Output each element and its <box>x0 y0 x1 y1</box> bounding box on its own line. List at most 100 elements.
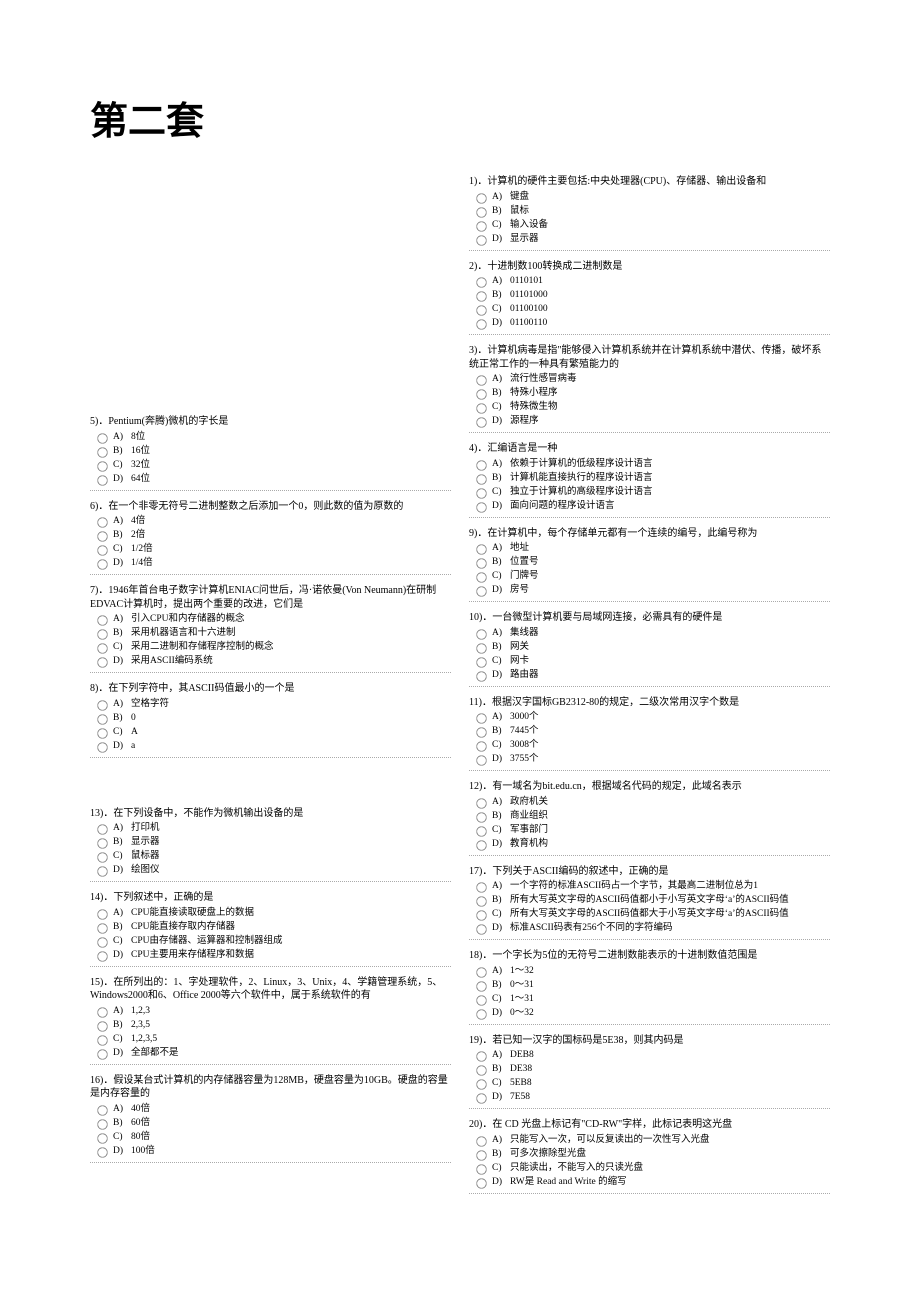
radio-input[interactable] <box>97 937 107 947</box>
radio-input[interactable] <box>476 474 486 484</box>
option-b[interactable]: B)0 <box>96 712 451 726</box>
option-a[interactable]: A)流行性感冒病毒 <box>475 373 830 387</box>
radio-input[interactable] <box>97 1119 107 1129</box>
radio-input[interactable] <box>476 1065 486 1075</box>
option-a[interactable]: A)打印机 <box>96 822 451 836</box>
radio-input[interactable] <box>476 488 486 498</box>
option-c[interactable]: C)CPU由存储器、运算器和控制器组成 <box>96 935 451 949</box>
radio-input[interactable] <box>476 1079 486 1089</box>
option-c[interactable]: C)所有大写英文字母的ASCII码值都大于小写英文字母‘a’的ASCII码值 <box>475 908 830 922</box>
option-a[interactable]: A)只能写入一次，可以反复读出的一次性写入光盘 <box>475 1134 830 1148</box>
option-d[interactable]: D)CPU主要用来存储程序和数据 <box>96 949 451 963</box>
option-a[interactable]: A)1～32 <box>475 965 830 979</box>
option-d[interactable]: D)01100110 <box>475 317 830 331</box>
radio-input[interactable] <box>97 838 107 848</box>
radio-input[interactable] <box>476 572 486 582</box>
option-a[interactable]: A)0110101 <box>475 275 830 289</box>
radio-input[interactable] <box>476 319 486 329</box>
option-c[interactable]: C)1/2倍 <box>96 543 451 557</box>
option-b[interactable]: B)商业组织 <box>475 810 830 824</box>
option-c[interactable]: C)门牌号 <box>475 570 830 584</box>
option-b[interactable]: B)01101000 <box>475 289 830 303</box>
option-b[interactable]: B)CPU能直接存取内存储器 <box>96 921 451 935</box>
option-d[interactable]: D)绘图仪 <box>96 864 451 878</box>
radio-input[interactable] <box>476 502 486 512</box>
option-b[interactable]: B)计算机能直接执行的程序设计语言 <box>475 472 830 486</box>
option-c[interactable]: C)5EB8 <box>475 1077 830 1091</box>
option-b[interactable]: B)可多次擦除型光盘 <box>475 1148 830 1162</box>
option-d[interactable]: D)面向问题的程序设计语言 <box>475 500 830 514</box>
option-d[interactable]: D)3755个 <box>475 753 830 767</box>
option-c[interactable]: C)鼠标器 <box>96 850 451 864</box>
radio-input[interactable] <box>97 559 107 569</box>
option-a[interactable]: A)一个字符的标准ASCII码占一个字节，其最高二进制位总为1 <box>475 880 830 894</box>
option-d[interactable]: D)0～32 <box>475 1007 830 1021</box>
radio-input[interactable] <box>97 742 107 752</box>
radio-input[interactable] <box>476 389 486 399</box>
option-c[interactable]: C)采用二进制和存储程序控制的概念 <box>96 641 451 655</box>
radio-input[interactable] <box>97 1105 107 1115</box>
radio-input[interactable] <box>97 852 107 862</box>
option-a[interactable]: A)引入CPU和内存储器的概念 <box>96 613 451 627</box>
radio-input[interactable] <box>476 995 486 1005</box>
radio-input[interactable] <box>476 1150 486 1160</box>
radio-input[interactable] <box>97 629 107 639</box>
radio-input[interactable] <box>97 643 107 653</box>
option-b[interactable]: B)DE38 <box>475 1063 830 1077</box>
option-d[interactable]: D)1/4倍 <box>96 557 451 571</box>
radio-input[interactable] <box>476 629 486 639</box>
radio-input[interactable] <box>97 433 107 443</box>
option-d[interactable]: D)64位 <box>96 473 451 487</box>
option-b[interactable]: B)0～31 <box>475 979 830 993</box>
option-d[interactable]: D)采用ASCII编码系统 <box>96 655 451 669</box>
radio-input[interactable] <box>476 586 486 596</box>
radio-input[interactable] <box>97 531 107 541</box>
option-a[interactable]: A)8位 <box>96 431 451 445</box>
option-c[interactable]: C)特殊微生物 <box>475 401 830 415</box>
radio-input[interactable] <box>97 545 107 555</box>
radio-input[interactable] <box>476 713 486 723</box>
option-b[interactable]: B)所有大写英文字母的ASCII码值都小于小写英文字母‘a’的ASCII码值 <box>475 894 830 908</box>
radio-input[interactable] <box>476 671 486 681</box>
option-c[interactable]: C)01100100 <box>475 303 830 317</box>
radio-input[interactable] <box>476 882 486 892</box>
radio-input[interactable] <box>476 207 486 217</box>
option-c[interactable]: C)网卡 <box>475 655 830 669</box>
option-d[interactable]: D)路由器 <box>475 669 830 683</box>
radio-input[interactable] <box>97 461 107 471</box>
option-c[interactable]: C)A <box>96 726 451 740</box>
radio-input[interactable] <box>97 475 107 485</box>
option-b[interactable]: B)16位 <box>96 445 451 459</box>
option-a[interactable]: A)空格字符 <box>96 698 451 712</box>
option-a[interactable]: A)3000个 <box>475 711 830 725</box>
option-a[interactable]: A)键盘 <box>475 191 830 205</box>
option-a[interactable]: A)政府机关 <box>475 796 830 810</box>
radio-input[interactable] <box>476 277 486 287</box>
radio-input[interactable] <box>97 909 107 919</box>
radio-input[interactable] <box>97 447 107 457</box>
radio-input[interactable] <box>476 291 486 301</box>
radio-input[interactable] <box>476 460 486 470</box>
radio-input[interactable] <box>476 1136 486 1146</box>
option-b[interactable]: B)特殊小程序 <box>475 387 830 401</box>
radio-input[interactable] <box>476 741 486 751</box>
radio-input[interactable] <box>97 866 107 876</box>
radio-input[interactable] <box>476 375 486 385</box>
option-d[interactable]: D)标准ASCII码表有256个不同的字符编码 <box>475 922 830 936</box>
option-c[interactable]: C)80倍 <box>96 1131 451 1145</box>
radio-input[interactable] <box>476 1051 486 1061</box>
radio-input[interactable] <box>476 1093 486 1103</box>
radio-input[interactable] <box>476 193 486 203</box>
option-b[interactable]: B)网关 <box>475 641 830 655</box>
option-a[interactable]: A)DEB8 <box>475 1049 830 1063</box>
radio-input[interactable] <box>476 755 486 765</box>
radio-input[interactable] <box>476 403 486 413</box>
option-c[interactable]: C)独立于计算机的高级程序设计语言 <box>475 486 830 500</box>
radio-input[interactable] <box>97 1035 107 1045</box>
radio-input[interactable] <box>97 728 107 738</box>
option-a[interactable]: A)集线器 <box>475 627 830 641</box>
radio-input[interactable] <box>476 417 486 427</box>
option-b[interactable]: B)7445个 <box>475 725 830 739</box>
radio-input[interactable] <box>476 544 486 554</box>
radio-input[interactable] <box>476 981 486 991</box>
